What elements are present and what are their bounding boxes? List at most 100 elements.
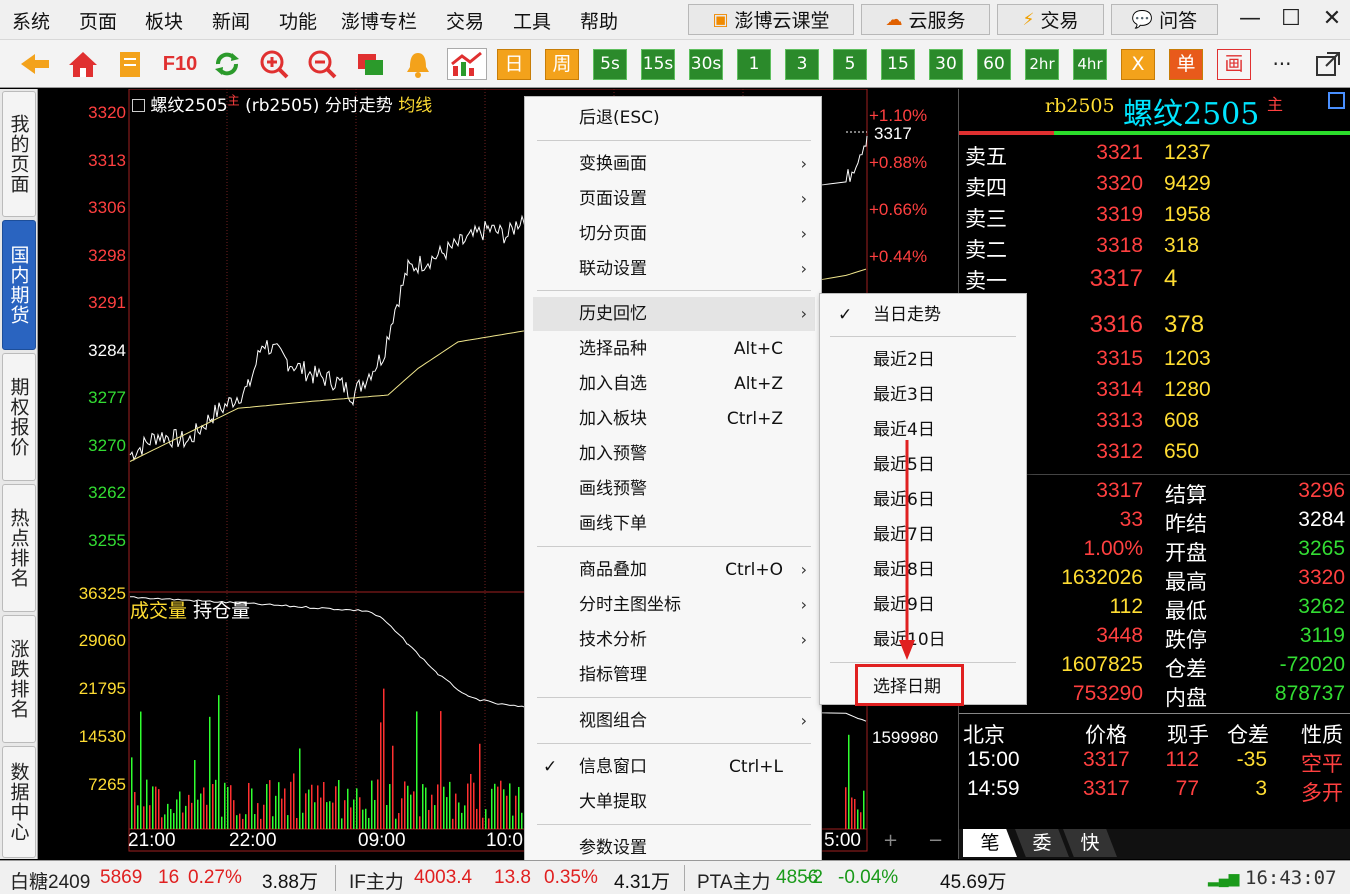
context-menu-item[interactable]: 加入自选 Alt+Z: [533, 367, 815, 401]
history-submenu-item[interactable]: 最近10日: [826, 623, 1022, 657]
panel-maximize-icon[interactable]: [1328, 92, 1345, 109]
context-menu-item[interactable]: 页面设置 ›: [533, 182, 815, 216]
back-arrow-icon[interactable]: [18, 48, 52, 80]
context-menu-item[interactable]: 切分页面 ›: [533, 217, 815, 251]
context-menu-item[interactable]: 历史回忆 ›: [533, 297, 815, 331]
period-30s-button[interactable]: 30s: [689, 49, 723, 80]
status-symbol[interactable]: 白糖2409: [10, 867, 90, 894]
tab-ticks[interactable]: 笔: [963, 829, 1017, 857]
more-icon[interactable]: ···: [1265, 48, 1299, 80]
home-icon[interactable]: [66, 48, 100, 80]
menu-sector[interactable]: 板块: [145, 7, 183, 34]
trade-nature: 空平: [1301, 753, 1343, 776]
notepad-icon[interactable]: [113, 48, 147, 80]
menu-column[interactable]: 澎博专栏: [341, 7, 417, 34]
qa-button[interactable]: 💬 问答: [1111, 4, 1218, 35]
history-submenu-item[interactable]: 最近9日: [826, 588, 1022, 622]
context-menu-item[interactable]: 加入板块 Ctrl+Z: [533, 402, 815, 436]
menu-help[interactable]: 帮助: [580, 7, 618, 34]
context-menu-item[interactable]: 联动设置 ›: [533, 252, 815, 286]
cloud-service-label: 云服务: [908, 10, 966, 32]
period-5s-button[interactable]: 5s: [593, 49, 627, 80]
context-menu-item[interactable]: 指标管理: [533, 658, 815, 692]
period-2hr-button[interactable]: 2hr: [1025, 49, 1059, 80]
x-button[interactable]: X: [1121, 49, 1155, 80]
context-menu-item[interactable]: 商品叠加 Ctrl+O ›: [533, 553, 815, 587]
status-symbol[interactable]: PTA主力: [697, 867, 771, 894]
maximize-icon[interactable]: ☐: [1276, 4, 1306, 34]
volume-bar: [194, 760, 196, 829]
menu-system[interactable]: 系统: [12, 7, 50, 34]
chart-toggle-icon[interactable]: [132, 99, 145, 112]
cloud-service-button[interactable]: ☁ 云服务: [861, 4, 990, 35]
order-button[interactable]: 单: [1169, 49, 1203, 80]
history-submenu-item[interactable]: 最近3日: [826, 378, 1022, 412]
context-menu-item[interactable]: 视图组合 ›: [533, 704, 815, 738]
f10-button[interactable]: F10: [160, 48, 200, 80]
window-icon[interactable]: [353, 48, 387, 80]
history-submenu-item[interactable]: ✓ 当日走势: [826, 298, 1022, 332]
cloud-class-button[interactable]: ▣ 澎博云课堂: [688, 4, 854, 35]
tab-fast[interactable]: 快: [1063, 829, 1117, 857]
period-day-button[interactable]: 日: [497, 49, 531, 80]
history-submenu-item[interactable]: 最近4日: [826, 413, 1022, 447]
tab-change-ranking[interactable]: 涨跌排名: [2, 615, 36, 743]
menu-news[interactable]: 新闻: [212, 7, 250, 34]
history-submenu-item[interactable]: 最近5日: [826, 448, 1022, 482]
tab-options[interactable]: 期权报价: [2, 353, 36, 481]
popout-icon[interactable]: [1311, 48, 1345, 80]
refresh-icon[interactable]: [210, 48, 244, 80]
context-menu-item[interactable]: 选择品种 Alt+C: [533, 332, 815, 366]
context-menu-item[interactable]: 画线预警: [533, 472, 815, 506]
context-menu-item[interactable]: 变换画面 ›: [533, 147, 815, 181]
context-menu-item[interactable]: 技术分析 ›: [533, 623, 815, 657]
history-submenu-item[interactable]: 最近2日: [826, 343, 1022, 377]
menu-item-label: 技术分析: [579, 630, 647, 650]
period-30m-button[interactable]: 30: [929, 49, 963, 80]
period-4hr-button[interactable]: 4hr: [1073, 49, 1107, 80]
average-label: 均线: [398, 96, 433, 116]
status-symbol[interactable]: IF主力: [349, 867, 404, 894]
volume-bar: [338, 780, 340, 829]
tab-my-page[interactable]: 我的页面: [2, 91, 36, 217]
tab-data-center[interactable]: 数据中心: [2, 746, 36, 858]
menu-function[interactable]: 功能: [279, 7, 317, 34]
minimize-icon[interactable]: —: [1235, 4, 1265, 34]
menu-item-label: 指标管理: [579, 665, 647, 685]
trend-chart-icon[interactable]: [447, 48, 487, 80]
tab-hot-ranking[interactable]: 热点排名: [2, 484, 36, 612]
history-submenu-item[interactable]: 最近6日: [826, 483, 1022, 517]
tab-orders[interactable]: 委: [1015, 829, 1069, 857]
zoom-in-icon[interactable]: [257, 48, 291, 80]
menu-tools[interactable]: 工具: [513, 7, 551, 34]
volume-axis-label: 36325: [78, 584, 126, 603]
context-menu-item[interactable]: 画线下单: [533, 507, 815, 541]
draw-button[interactable]: 画: [1217, 49, 1251, 80]
period-60m-button[interactable]: 60: [977, 49, 1011, 80]
alarm-bell-icon[interactable]: [401, 48, 435, 80]
context-menu-item[interactable]: 大单提取: [533, 785, 815, 819]
menu-page[interactable]: 页面: [79, 7, 117, 34]
context-menu-item[interactable]: 分时主图坐标 ›: [533, 588, 815, 622]
history-submenu-item[interactable]: 最近7日: [826, 518, 1022, 552]
period-3m-button[interactable]: 3: [785, 49, 819, 80]
period-15m-button[interactable]: 15: [881, 49, 915, 80]
context-menu-item[interactable]: ✓ 信息窗口 Ctrl+L: [533, 750, 815, 784]
volume-bar: [491, 788, 493, 829]
period-5m-button[interactable]: 5: [833, 49, 867, 80]
history-submenu-item[interactable]: 最近8日: [826, 553, 1022, 587]
close-icon[interactable]: ✕: [1317, 4, 1347, 34]
zoom-out-icon[interactable]: [305, 48, 339, 80]
tab-domestic-futures[interactable]: 国内期货: [2, 220, 36, 350]
volume-bar: [236, 815, 238, 829]
context-menu-item[interactable]: 加入预警: [533, 437, 815, 471]
menu-trade[interactable]: 交易: [446, 7, 484, 34]
period-15s-button[interactable]: 15s: [641, 49, 675, 80]
zoom-plus-button[interactable]: +: [883, 830, 898, 851]
period-1m-button[interactable]: 1: [737, 49, 771, 80]
trade-button[interactable]: ⚡ 交易: [997, 4, 1104, 35]
context-menu-item[interactable]: 后退(ESC): [533, 101, 815, 135]
zoom-minus-button[interactable]: −: [928, 830, 943, 851]
menu-item-label: 加入板块: [579, 409, 647, 429]
period-week-button[interactable]: 周: [545, 49, 579, 80]
